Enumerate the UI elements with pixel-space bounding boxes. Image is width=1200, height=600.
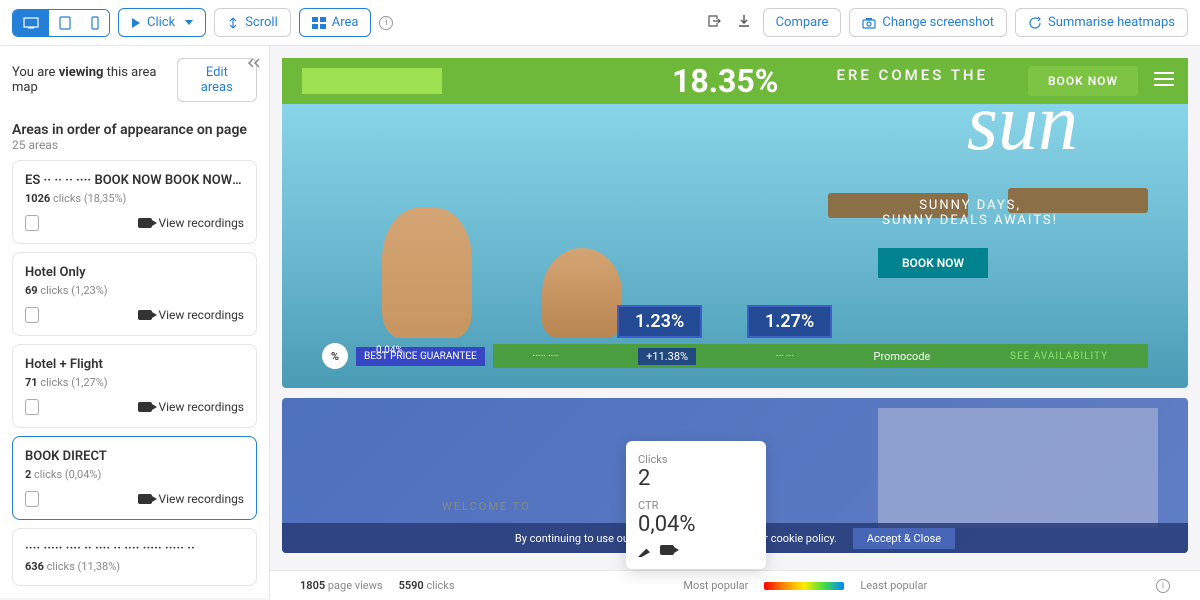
hero-image [342, 108, 722, 328]
copy-icon[interactable] [25, 307, 39, 323]
copy-icon[interactable] [25, 215, 39, 231]
scroll-label: Scroll [245, 15, 278, 30]
click-label: Click [147, 15, 175, 30]
area-title: BOOK DIRECT [25, 449, 244, 464]
discount-badge: % [322, 343, 348, 369]
tablet-device-btn[interactable] [49, 10, 81, 36]
area-label: Area [332, 15, 359, 30]
book-now-cta[interactable]: BOOK NOW [878, 248, 988, 278]
area-title: ···· ····· ···· ·· ···· ·· ···· ····· ··… [25, 541, 244, 556]
view-recordings-link[interactable]: View recordings [138, 492, 244, 506]
play-icon [131, 17, 141, 29]
view-recordings-link[interactable]: View recordings [138, 216, 244, 230]
camera-icon [138, 310, 152, 320]
info-icon[interactable]: i [379, 16, 393, 30]
areas-heading: Areas in order of appearance on page [12, 122, 257, 138]
view-recordings-link[interactable]: View recordings [138, 308, 244, 322]
hero-script-text: sun [967, 78, 1078, 169]
promocode-label: Promocode [874, 350, 931, 363]
area-item[interactable]: BOOK DIRECT 2 clicks (0,04%) View record… [12, 436, 257, 520]
search-bar: % 0.04%BEST PRICE GUARANTEE ····· ···· +… [322, 342, 1148, 370]
scroll-tool-btn[interactable]: Scroll [214, 8, 291, 37]
area-title: Hotel Only [25, 265, 244, 280]
areas-count: 25 areas [12, 138, 257, 152]
area-item[interactable]: ES ·· ·· ·· ···· BOOK NOW BOOK NOW Resor… [12, 160, 257, 244]
area-tool-btn[interactable]: Area [299, 8, 372, 37]
share-icon[interactable] [703, 10, 725, 36]
hero-section: 18.35% ERE COMES THE BOOK NOW sun SUNNY … [282, 58, 1188, 388]
area-title: Hotel + Flight [25, 357, 244, 372]
logo-placeholder [302, 68, 442, 94]
click-tool-btn[interactable]: Click [118, 8, 206, 37]
info-icon[interactable]: i [1156, 579, 1170, 593]
footer-stats: 1805 page views 5590 clicks Most popular… [270, 570, 1200, 600]
area-item[interactable]: Hotel Only 69 clicks (1,23%) View record… [12, 252, 257, 336]
sidebar: You are viewing this area map Edit areas… [0, 46, 270, 598]
tooltip-ctr-value: 0,04% [638, 512, 754, 537]
area-item[interactable]: Hotel + Flight 71 clicks (1,27%) View re… [12, 344, 257, 428]
copy-icon[interactable] [25, 491, 39, 507]
camera-icon[interactable] [660, 545, 674, 555]
welcome-text: WELCOME TO [442, 500, 531, 513]
hero-subtitle: SUNNY DAYS,SUNNY DEALS AWAITS! [882, 198, 1058, 228]
area-pct-overlay: 1.23% [617, 305, 702, 338]
camera-icon [138, 494, 152, 504]
tooltip-clicks-value: 2 [638, 466, 754, 491]
tooltip-ctr-label: CTR [638, 499, 754, 512]
change-screenshot-btn[interactable]: Change screenshot [849, 8, 1007, 37]
view-recordings-link[interactable]: View recordings [138, 400, 244, 414]
book-direct-area[interactable]: 0.04%BEST PRICE GUARANTEE [356, 347, 485, 366]
legend-least: Least popular [860, 579, 927, 592]
area-item[interactable]: ···· ····· ···· ·· ···· ·· ···· ····· ··… [12, 528, 257, 586]
legend-popular: Most popular [683, 579, 748, 592]
summarise-btn[interactable]: Summarise heatmaps [1015, 8, 1188, 37]
area-tooltip: Clicks 2 CTR 0,04% [626, 441, 766, 569]
heatmap-preview: 18.35% ERE COMES THE BOOK NOW sun SUNNY … [270, 46, 1200, 598]
area-icon [312, 17, 326, 29]
tooltip-clicks-label: Clicks [638, 453, 754, 466]
device-selector [12, 9, 110, 37]
area-pct-overlay: 1.27% [747, 305, 832, 338]
camera-icon [138, 402, 152, 412]
area-title: ES ·· ·· ·· ···· BOOK NOW BOOK NOW Resor… [25, 173, 244, 188]
download-icon[interactable] [733, 10, 755, 36]
hero-tagline: ERE COMES THE [836, 66, 988, 84]
collapse-sidebar-btn[interactable] [245, 54, 261, 73]
accept-cookies-btn[interactable]: Accept & Close [853, 528, 955, 549]
refresh-icon [1028, 16, 1042, 30]
heatmap-legend [764, 582, 844, 590]
compare-btn[interactable]: Compare [763, 8, 842, 37]
scroll-icon [227, 17, 239, 29]
availability-btn[interactable]: SEE AVAILABILITY [1010, 351, 1108, 362]
hamburger-icon[interactable] [1154, 72, 1174, 86]
edit-icon[interactable] [638, 545, 650, 557]
viewing-status: You are viewing this area map [12, 65, 177, 95]
desktop-device-btn[interactable] [13, 10, 49, 36]
search-fields[interactable]: ····· ···· +11.38% ··· ··· Promocode SEE… [493, 344, 1148, 368]
camera-icon [138, 218, 152, 228]
chevron-down-icon [185, 20, 193, 25]
area-pct-overlay: 18.35% [672, 62, 778, 100]
top-toolbar: Click Scroll Area i Compare Change scree… [0, 0, 1200, 46]
mobile-device-btn[interactable] [81, 10, 109, 36]
camera-icon [862, 17, 876, 29]
copy-icon[interactable] [25, 399, 39, 415]
area-pct-overlay: +11.38% [638, 348, 696, 365]
